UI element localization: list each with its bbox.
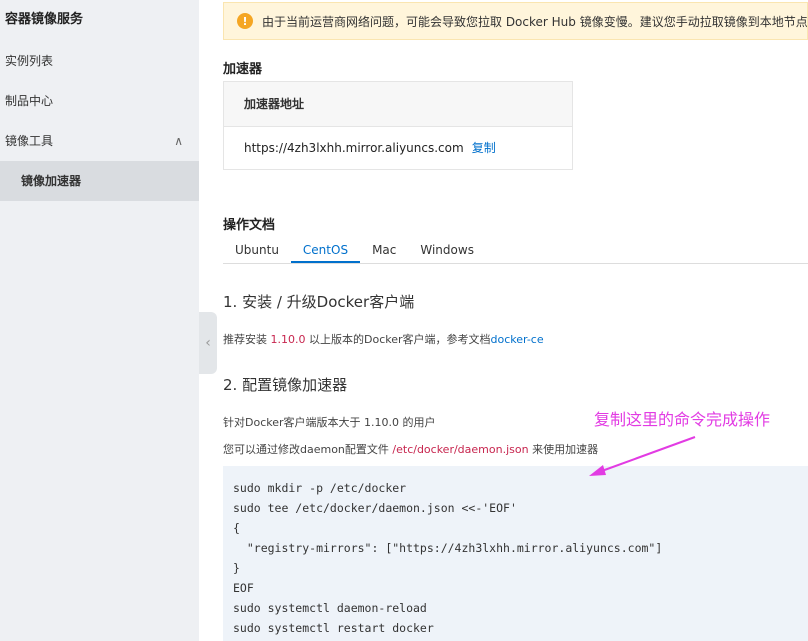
accelerator-table: 加速器地址 https://4zh3lxhh.mirror.aliyuncs.c… bbox=[223, 81, 573, 170]
annotation-arrow-icon bbox=[589, 436, 696, 476]
accelerator-address: https://4zh3lxhh.mirror.aliyuncs.com bbox=[244, 141, 464, 155]
sidebar-item-image-tools[interactable]: 镜像工具 ∧ bbox=[0, 121, 199, 161]
chevron-up-icon: ∧ bbox=[174, 134, 183, 148]
chevron-left-icon: ‹ bbox=[205, 335, 211, 351]
code-line: sudo mkdir -p /etc/docker bbox=[233, 481, 407, 495]
accelerator-section-title: 加速器 bbox=[223, 62, 263, 77]
step2-text1: 针对Docker客户端版本大于 1.10.0 的用户 bbox=[223, 416, 436, 429]
accelerator-table-row: https://4zh3lxhh.mirror.aliyuncs.com 复制 bbox=[224, 127, 572, 170]
step1-text-a: 推荐安装 bbox=[223, 333, 271, 346]
code-block[interactable]: sudo mkdir -p /etc/docker sudo tee /etc/… bbox=[223, 466, 808, 641]
warning-banner: ! 由于当前运营商网络问题，可能会导致您拉取 Docker Hub 镜像变慢。建… bbox=[223, 2, 808, 40]
warning-icon: ! bbox=[237, 13, 253, 29]
annotation-text: 复制这里的命令完成操作 bbox=[594, 410, 771, 429]
daemon-config-path: /etc/docker/daemon.json bbox=[392, 443, 529, 456]
step2-text2: 您可以通过修改daemon配置文件 /etc/docker/daemon.jso… bbox=[223, 441, 598, 457]
sidebar-title: 容器镜像服务 bbox=[5, 12, 84, 27]
code-line: sudo tee /etc/docker/daemon.json <<-'EOF… bbox=[233, 501, 517, 515]
step2-title: 2. 配置镜像加速器 bbox=[223, 376, 348, 394]
version-number: 1.10.0 bbox=[270, 333, 306, 346]
docker-ce-link[interactable]: docker-ce bbox=[491, 333, 544, 346]
sidebar-item-instances[interactable]: 实例列表 bbox=[0, 41, 199, 81]
accelerator-table-header: 加速器地址 bbox=[224, 82, 572, 127]
code-line: "registry-mirrors": ["https://4zh3lxhh.m… bbox=[233, 541, 663, 555]
code-line: } bbox=[233, 561, 240, 575]
banner-text: 由于当前运营商网络问题，可能会导致您拉取 Docker Hub 镜像变慢。建议您… bbox=[262, 14, 808, 29]
sidebar-item-label: 镜像工具 bbox=[5, 134, 54, 148]
copy-link[interactable]: 复制 bbox=[472, 141, 496, 155]
sidebar-item-image-accelerator[interactable]: 镜像加速器 bbox=[0, 161, 199, 201]
step2-text2-a: 您可以通过修改daemon配置文件 bbox=[223, 443, 393, 456]
code-line: sudo systemctl restart docker bbox=[233, 621, 434, 635]
tab-ubuntu[interactable]: Ubuntu bbox=[223, 237, 291, 263]
code-line: { bbox=[233, 521, 240, 535]
sidebar-item-artifact-center[interactable]: 制品中心 bbox=[0, 81, 199, 121]
sidebar: 容器镜像服务 实例列表 制品中心 镜像工具 ∧ 镜像加速器 bbox=[0, 0, 199, 641]
step1-text-b: 以上版本的Docker客户端，参考文档 bbox=[305, 333, 491, 346]
docs-section-title: 操作文档 bbox=[223, 218, 276, 233]
tab-windows[interactable]: Windows bbox=[408, 237, 486, 263]
code-line: sudo systemctl daemon-reload bbox=[233, 601, 427, 615]
step1-text: 推荐安装 1.10.0 以上版本的Docker客户端，参考文档docker-ce bbox=[223, 331, 544, 347]
collapse-sidebar-handle[interactable]: ‹ bbox=[199, 312, 217, 374]
code-line: EOF bbox=[233, 581, 254, 595]
tab-centos[interactable]: CentOS bbox=[290, 237, 361, 263]
tab-mac[interactable]: Mac bbox=[360, 237, 408, 263]
step1-title: 1. 安装 / 升级Docker客户端 bbox=[223, 293, 415, 311]
os-tabs: Ubuntu CentOS Mac Windows bbox=[223, 237, 808, 264]
